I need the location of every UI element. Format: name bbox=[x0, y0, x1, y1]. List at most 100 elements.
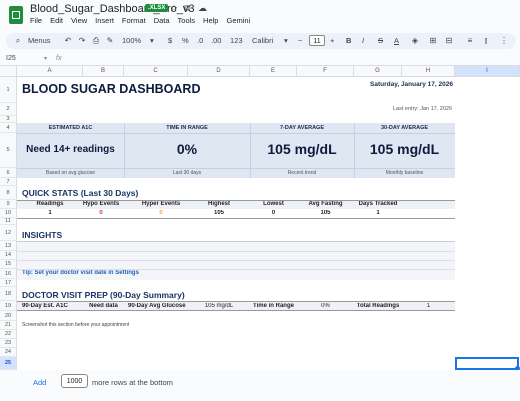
column-header[interactable]: A bbox=[17, 66, 83, 77]
row-header[interactable]: 10 bbox=[0, 209, 17, 218]
column-header[interactable]: H bbox=[402, 66, 455, 77]
row-header-selected[interactable]: 25 bbox=[0, 357, 17, 370]
percent-format-button[interactable]: % bbox=[182, 36, 189, 45]
decrease-font-size-icon[interactable]: − bbox=[298, 36, 302, 45]
row-header[interactable]: 20 bbox=[0, 311, 17, 321]
print-icon[interactable]: ⎙ bbox=[90, 35, 102, 47]
row-header[interactable]: 14 bbox=[0, 251, 17, 260]
row-header[interactable]: 11 bbox=[0, 218, 17, 225]
quick-stats-divider bbox=[17, 218, 455, 219]
last-entry-text: Last entry: Jan 17, 2026 bbox=[393, 106, 453, 112]
dashboard-title: BLOOD SUGAR DASHBOARD bbox=[22, 82, 201, 96]
menu-edit[interactable]: Edit bbox=[50, 16, 63, 25]
select-all-corner[interactable] bbox=[0, 66, 17, 77]
row-header[interactable]: 24 bbox=[0, 348, 17, 357]
move-folder-icon[interactable]: ⧉ bbox=[184, 3, 190, 14]
qs-value-lowest[interactable]: 0 bbox=[250, 210, 297, 216]
redo-icon[interactable]: ↷ bbox=[76, 35, 88, 47]
name-box-chevron-down-icon[interactable]: ▾ bbox=[44, 55, 47, 62]
rows-count-input[interactable]: 1000 bbox=[61, 374, 88, 388]
strikethrough-button[interactable]: S bbox=[378, 36, 383, 45]
menu-format[interactable]: Format bbox=[122, 16, 146, 25]
font-size-input[interactable]: 11 bbox=[309, 35, 325, 46]
row-header[interactable]: 9 bbox=[0, 200, 17, 209]
menu-data[interactable]: Data bbox=[154, 16, 170, 25]
paint-format-icon[interactable]: ✎ bbox=[104, 35, 116, 47]
qs-value-hypo[interactable]: 0 bbox=[73, 210, 129, 216]
more-options-icon[interactable]: ⋮ bbox=[498, 35, 510, 47]
undo-icon[interactable]: ↶ bbox=[62, 35, 74, 47]
star-icon[interactable]: ☆ bbox=[170, 3, 178, 14]
dv-est-a1c-value[interactable]: Need data bbox=[83, 303, 124, 309]
dv-tir-label: Time in Range bbox=[253, 303, 294, 309]
menu-insert[interactable]: Insert bbox=[95, 16, 114, 25]
column-header[interactable]: F bbox=[297, 66, 354, 77]
row-header[interactable]: 22 bbox=[0, 330, 17, 339]
row-header[interactable]: 8 bbox=[0, 186, 17, 200]
row-header[interactable]: 3 bbox=[0, 116, 17, 123]
row-header[interactable]: 21 bbox=[0, 321, 17, 330]
decrease-decimal-button[interactable]: .0 bbox=[197, 36, 203, 45]
row-header[interactable]: 19 bbox=[0, 301, 17, 311]
increase-decimal-button[interactable]: .00 bbox=[211, 36, 221, 45]
row-header[interactable]: 2 bbox=[0, 103, 17, 116]
menu-view[interactable]: View bbox=[71, 16, 87, 25]
column-header[interactable]: C bbox=[124, 66, 188, 77]
vertical-align-icon[interactable]: ⫾ bbox=[480, 35, 492, 47]
row-header[interactable]: 18 bbox=[0, 287, 17, 301]
font-select[interactable]: Calibri bbox=[252, 36, 273, 45]
column-header[interactable]: D bbox=[188, 66, 250, 77]
borders-icon[interactable]: ⊞ bbox=[427, 35, 439, 47]
increase-font-size-icon[interactable]: + bbox=[330, 36, 334, 45]
column-header-selected[interactable]: I bbox=[455, 66, 520, 77]
row-header[interactable]: 4 bbox=[0, 123, 17, 133]
dv-tir-value[interactable]: 0% bbox=[297, 303, 354, 309]
row-header[interactable]: 5 bbox=[0, 133, 17, 168]
spreadsheet-grid[interactable]: A B C D E F G H I 1 2 3 4 5 6 7 8 9 10 1… bbox=[0, 66, 520, 370]
menu-tools[interactable]: Tools bbox=[178, 16, 196, 25]
align-left-icon[interactable]: ≡ bbox=[464, 35, 476, 47]
dv-total-readings-value[interactable]: 1 bbox=[402, 303, 455, 309]
font-chevron-down-icon[interactable]: ▾ bbox=[284, 36, 288, 45]
selected-cell[interactable] bbox=[455, 357, 519, 370]
bold-button[interactable]: B bbox=[346, 36, 351, 45]
sheets-logo-icon[interactable] bbox=[9, 6, 23, 24]
name-box[interactable]: I25 bbox=[6, 55, 16, 62]
row-header[interactable]: 1 bbox=[0, 77, 17, 103]
number-format-button[interactable]: 123 bbox=[230, 36, 243, 45]
cloud-status-icon[interactable]: ☁ bbox=[198, 3, 207, 14]
column-header[interactable]: E bbox=[250, 66, 297, 77]
fill-color-icon[interactable]: ◈ bbox=[409, 35, 421, 47]
row-header[interactable]: 12 bbox=[0, 225, 17, 241]
menus-search[interactable]: Menus bbox=[28, 36, 51, 45]
search-icon[interactable]: ⌕ bbox=[12, 35, 24, 47]
row-header[interactable]: 6 bbox=[0, 168, 17, 178]
insights-divider bbox=[17, 251, 455, 252]
row-header[interactable]: 15 bbox=[0, 260, 17, 269]
card-7day-value: 105 mg/dL bbox=[267, 141, 337, 157]
column-header[interactable]: G bbox=[354, 66, 402, 77]
qs-value-days-tracked[interactable]: 1 bbox=[354, 210, 402, 216]
zoom-select[interactable]: 100% bbox=[122, 36, 141, 45]
row-header[interactable]: 17 bbox=[0, 279, 17, 287]
row-header[interactable]: 23 bbox=[0, 339, 17, 348]
menu-gemini[interactable]: Gemini bbox=[226, 16, 250, 25]
qs-value-avg-fasting[interactable]: 105 bbox=[297, 210, 354, 216]
italic-button[interactable]: I bbox=[362, 36, 364, 45]
menu-file[interactable]: File bbox=[30, 16, 42, 25]
dv-avg-glucose-value[interactable]: 105 mg/dL bbox=[188, 303, 250, 309]
currency-format-button[interactable]: $ bbox=[168, 36, 172, 45]
qs-header-highest: Highest bbox=[207, 201, 230, 207]
zoom-chevron-down-icon[interactable]: ▾ bbox=[150, 36, 154, 45]
merge-cells-icon[interactable]: ⊟ bbox=[443, 35, 455, 47]
formula-input[interactable] bbox=[70, 53, 516, 64]
row-header[interactable]: 7 bbox=[0, 178, 17, 186]
qs-value-hyper[interactable]: 0 bbox=[131, 210, 191, 216]
row-header[interactable]: 13 bbox=[0, 241, 17, 251]
qs-value-highest[interactable]: 105 bbox=[188, 210, 250, 216]
add-rows-button[interactable]: Add bbox=[33, 378, 46, 387]
row-header[interactable]: 16 bbox=[0, 269, 17, 279]
menu-help[interactable]: Help bbox=[203, 16, 218, 25]
text-color-button[interactable]: A bbox=[394, 36, 399, 45]
column-header[interactable]: B bbox=[83, 66, 124, 77]
